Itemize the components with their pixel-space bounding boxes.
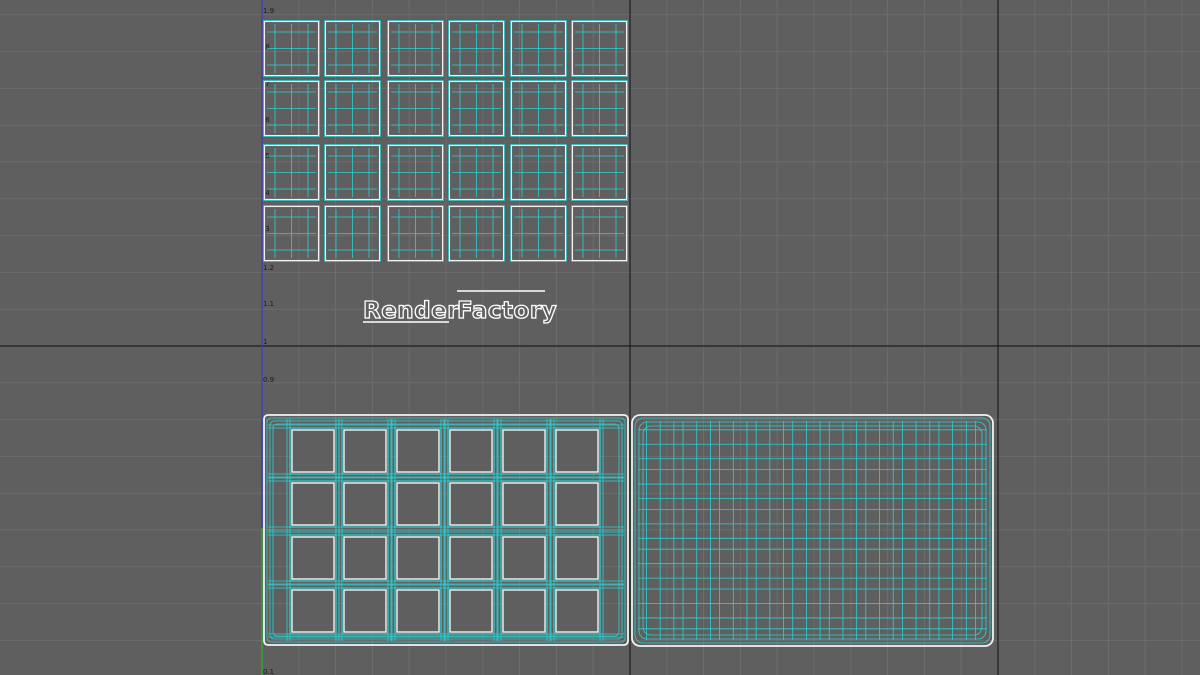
keycap-hole [291, 482, 335, 526]
keycap-hole [291, 589, 335, 633]
keycap-uv-island[interactable] [387, 20, 444, 77]
keycap-uv-island[interactable] [571, 20, 628, 77]
keycap-uv-island[interactable] [571, 144, 628, 201]
keycap-hole [555, 589, 599, 633]
keycap-hole [502, 589, 546, 633]
keycap-hole [396, 429, 440, 473]
keycap-hole [502, 482, 546, 526]
keycap-uv-island[interactable] [324, 80, 381, 137]
tick-label: 1 [263, 338, 267, 346]
keycap-hole [555, 482, 599, 526]
keycap-uv-island[interactable] [448, 144, 505, 201]
keycap-uv-island[interactable] [324, 144, 381, 201]
keycap-uv-island[interactable] [263, 80, 320, 137]
logo-word-factory: Factory [457, 298, 557, 324]
keycap-hole [555, 429, 599, 473]
keycap-uv-island[interactable] [324, 20, 381, 77]
keycap-hole [449, 536, 493, 580]
tick-label: 1.9 [263, 7, 274, 15]
tick-label: 1.2 [263, 264, 274, 272]
keycap-uv-island[interactable] [448, 205, 505, 262]
tick-label: 1.1 [263, 300, 274, 308]
keycap-hole [396, 589, 440, 633]
keycap-uv-island[interactable] [263, 205, 320, 262]
uv-editor-viewport[interactable]: 1.9.8.7.6.5.4.3 1.2 1.1 1 0.9 0.1 Render Fact… [0, 0, 1200, 675]
keycap-hole [343, 589, 387, 633]
keycap-hole [396, 536, 440, 580]
keycap-uv-island[interactable] [263, 20, 320, 77]
keycap-hole [291, 536, 335, 580]
keycap-uv-island[interactable] [571, 80, 628, 137]
keycap-hole [291, 429, 335, 473]
keycap-hole [449, 482, 493, 526]
tick-label: 0.9 [263, 376, 274, 384]
keycap-hole [555, 536, 599, 580]
tick-label: 0.1 [263, 668, 274, 675]
keycap-hole [396, 482, 440, 526]
keycap-hole [502, 429, 546, 473]
render-factory-logo: Render Factory [362, 290, 557, 325]
keycap-hole [343, 536, 387, 580]
keycap-hole [449, 589, 493, 633]
keycap-uv-island[interactable] [448, 80, 505, 137]
keycap-uv-island[interactable] [448, 20, 505, 77]
keycap-hole [343, 429, 387, 473]
keycap-uv-island[interactable] [263, 144, 320, 201]
logo-word-render: Render [363, 298, 459, 324]
keycap-uv-island[interactable] [324, 205, 381, 262]
keycap-uv-island[interactable] [571, 205, 628, 262]
keycap-uv-island[interactable] [387, 144, 444, 201]
keycap-uv-island[interactable] [387, 80, 444, 137]
keycap-hole [502, 536, 546, 580]
keycap-uv-island[interactable] [387, 205, 444, 262]
keycap-hole [449, 429, 493, 473]
keycap-hole [343, 482, 387, 526]
